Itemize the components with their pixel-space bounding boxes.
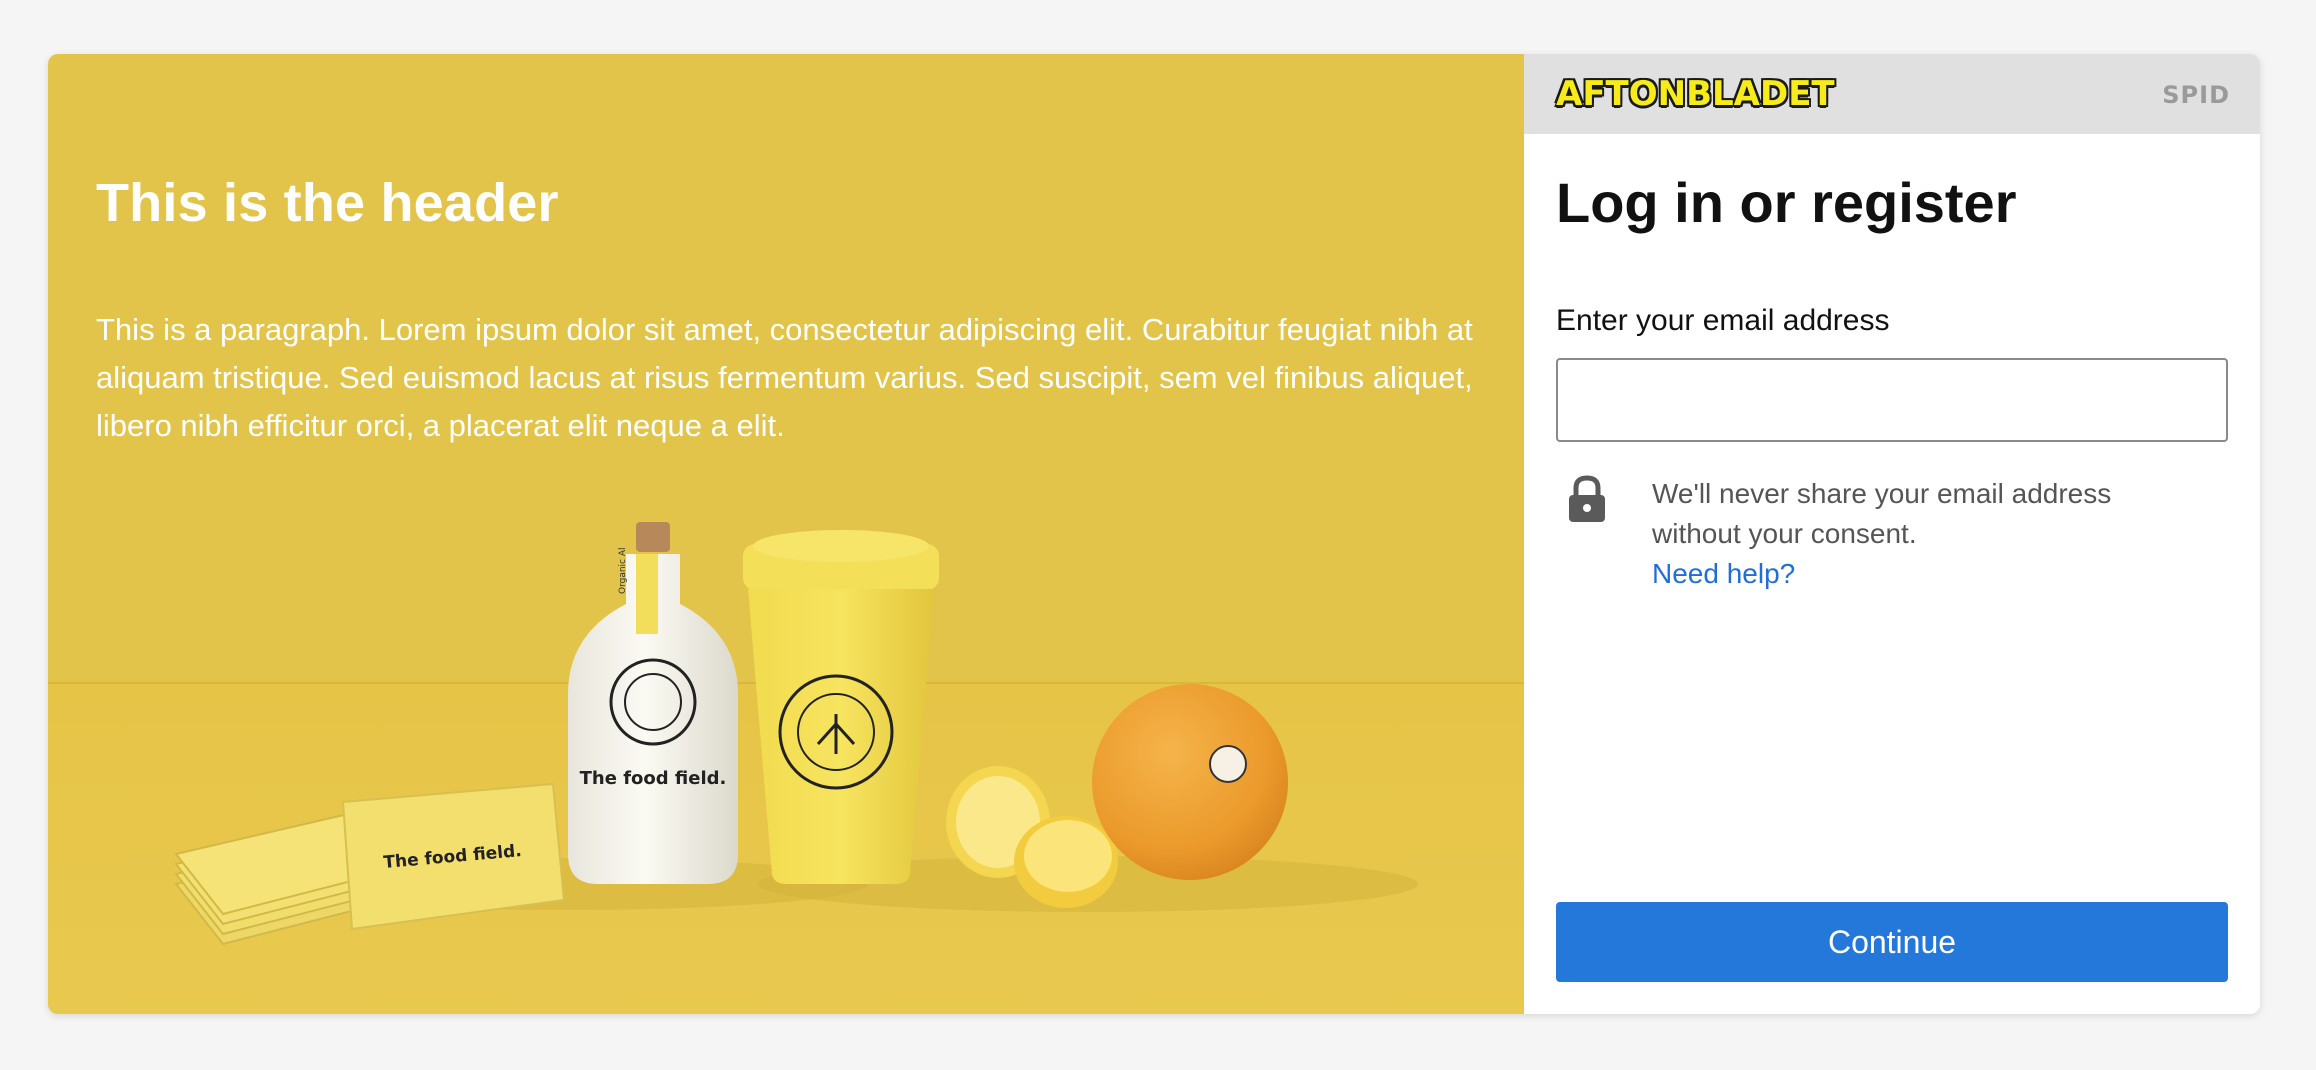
login-header-bar: AFTONBLADET SPID [1524, 54, 2260, 134]
orange [1092, 684, 1288, 880]
login-title: Log in or register [1556, 171, 2017, 234]
email-label: Enter your email address [1556, 304, 1890, 337]
promo-header: This is the header [96, 173, 559, 233]
bottle-tag: Organic Al [618, 547, 628, 594]
continue-button[interactable]: Continue [1556, 902, 2228, 982]
aftonbladet-logo: AFTONBLADET [1556, 74, 1835, 114]
login-panel: AFTONBLADET SPID Log in or register Ente… [1524, 54, 2260, 1014]
login-dialog: This is the header This is a paragraph. … [48, 54, 2260, 1014]
coffee-cup [743, 530, 939, 884]
need-help-link[interactable]: Need help? [1652, 554, 1795, 594]
bottle-text: The food field. [580, 768, 727, 789]
milk-bottle: Organic Al The food field. [568, 522, 738, 884]
business-cards: The food field. [174, 782, 566, 946]
promo-paragraph: This is a paragraph. Lorem ipsum dolor s… [96, 312, 1473, 443]
privacy-notice: We'll never share your email address wit… [1652, 478, 2112, 549]
spid-logo: SPID [2162, 81, 2230, 109]
promo-product-image: The food field. Organic Al The food fiel… [174, 522, 1418, 946]
lock-icon [1569, 475, 1605, 522]
email-input[interactable] [1556, 358, 2228, 442]
promo-panel: This is the header This is a paragraph. … [48, 54, 1524, 1014]
